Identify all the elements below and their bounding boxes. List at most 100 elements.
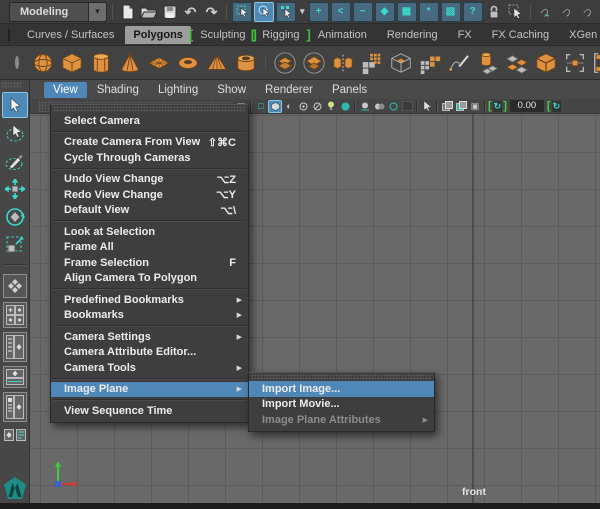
tab-sculpting[interactable]: Sculpting xyxy=(191,26,254,44)
menu-item-bookmarks[interactable]: Bookmarks▶ xyxy=(51,308,248,324)
shadow-ground-icon[interactable] xyxy=(358,100,372,113)
flatten-button[interactable] xyxy=(504,50,530,76)
open-scene-button[interactable] xyxy=(139,2,158,21)
smooth-preview-button[interactable] xyxy=(301,50,327,76)
tab-curves-surfaces[interactable]: Curves / Surfaces xyxy=(18,26,123,44)
shelf-menu-icon[interactable] xyxy=(8,29,10,41)
extrude-button[interactable] xyxy=(475,50,501,76)
select-tool-button[interactable] xyxy=(2,92,28,118)
layout-outliner-persp-button[interactable] xyxy=(3,392,27,422)
menu-item-camera-settings[interactable]: Camera Settings▶ xyxy=(51,329,248,345)
poly-pyramid-button[interactable] xyxy=(204,50,230,76)
menu-item-redo-view-change[interactable]: Redo View Change⌥Y xyxy=(51,187,248,203)
motion-blur-icon[interactable] xyxy=(386,100,400,113)
use-all-lights-icon[interactable] xyxy=(296,100,310,113)
menu-item-frame-all[interactable]: Frame All xyxy=(51,240,248,256)
tumble-camera-icon[interactable]: [↻] xyxy=(488,100,507,112)
menu-item-default-view[interactable]: Default View⌥\ xyxy=(51,203,248,219)
smooth-mesh-button[interactable] xyxy=(272,50,298,76)
mirror-button[interactable] xyxy=(330,50,356,76)
marquee-component-button[interactable] xyxy=(562,50,588,76)
menu-item-undo-view-change[interactable]: Undo View Change⌥Z xyxy=(51,172,248,188)
help-button[interactable]: ? xyxy=(463,2,483,22)
isolate-select-icon[interactable] xyxy=(440,100,454,113)
workspace-selector[interactable]: Modeling ▾ xyxy=(9,2,107,22)
tab-fx[interactable]: FX xyxy=(449,26,481,44)
tab-rigging[interactable]: Rigging xyxy=(253,26,308,44)
menu-item-image-plane[interactable]: Image Plane▶ xyxy=(51,382,248,398)
wireframe-cube-button[interactable] xyxy=(388,50,414,76)
layout-single-pane-button[interactable] xyxy=(3,274,27,298)
poly-cylinder-button[interactable] xyxy=(88,50,114,76)
layout-persp-graph-button[interactable] xyxy=(3,366,27,388)
panel-menu-renderer[interactable]: Renderer xyxy=(256,82,322,98)
textured-mode-icon[interactable]: ◐ xyxy=(282,100,296,113)
menu-item-cycle-through-cameras[interactable]: Cycle Through Cameras xyxy=(51,150,248,166)
rotate-tool-button[interactable] xyxy=(2,204,28,230)
cube-project-button[interactable] xyxy=(533,50,559,76)
lock-selection-button[interactable] xyxy=(485,2,504,21)
highlight-selection-button[interactable] xyxy=(506,2,525,21)
snap-component-tool-button[interactable]: ◆ xyxy=(375,2,395,22)
panel-menu-show[interactable]: Show xyxy=(208,82,255,98)
poly-cube-button[interactable] xyxy=(59,50,85,76)
menu-item-camera-attribute-editor[interactable]: Camera Attribute Editor... xyxy=(51,345,248,361)
poly-torus-button[interactable] xyxy=(175,50,201,76)
snap-curve-tool-button[interactable]: ~ xyxy=(353,2,373,22)
shaded-mode-icon[interactable] xyxy=(268,100,282,113)
exposure-box-icon[interactable] xyxy=(400,100,414,113)
light-icon[interactable] xyxy=(324,100,338,113)
panel-menu-panels[interactable]: Panels xyxy=(323,82,376,98)
tab-animation[interactable]: Animation xyxy=(309,26,376,44)
tab-xgen[interactable]: XGen xyxy=(560,26,600,44)
clipped-camera-icon[interactable]: [↻ xyxy=(547,100,561,112)
snap-to-grid-button[interactable]: ∩+ xyxy=(536,2,555,21)
snap-uv-tool-button[interactable]: ▦ xyxy=(397,2,417,22)
snap-texture-tool-button[interactable]: ▧ xyxy=(441,2,461,22)
camera-value-field[interactable]: 0.00 xyxy=(510,100,544,112)
snap-to-curve-button[interactable]: ∩· xyxy=(557,2,576,21)
paint-effects-cursor-icon[interactable] xyxy=(420,100,434,113)
isolate-view-icon[interactable]: ▣ xyxy=(468,100,482,113)
paint-select-tool-button[interactable] xyxy=(2,148,28,174)
snap-move-tool-button[interactable]: + xyxy=(309,2,329,22)
layout-extra-buttons[interactable] xyxy=(3,426,27,444)
poly-cone-button[interactable] xyxy=(117,50,143,76)
isolate-add-icon[interactable] xyxy=(454,100,468,113)
menu-item-import-movie[interactable]: Import Movie... xyxy=(249,397,434,413)
menu-item-import-image[interactable]: Import Image... xyxy=(249,381,434,397)
tab-fx-caching[interactable]: FX Caching xyxy=(483,26,558,44)
layout-outliner-pane-button[interactable] xyxy=(3,332,27,362)
redo-button[interactable]: ↷ xyxy=(202,2,221,21)
shadows-icon[interactable] xyxy=(310,100,324,113)
undo-button[interactable]: ↶ xyxy=(181,2,200,21)
poly-plane-button[interactable] xyxy=(146,50,172,76)
menu-item-select-camera[interactable]: Select Camera xyxy=(51,113,248,129)
menu-tearoff-handle[interactable] xyxy=(251,374,432,380)
select-object-mode-button[interactable] xyxy=(232,2,252,22)
chevron-down-icon[interactable]: ▾ xyxy=(88,3,106,21)
menu-item-create-camera-from-view[interactable]: Create Camera From View⇧⌘C xyxy=(51,135,248,151)
chevron-down-icon[interactable]: ▾ xyxy=(300,7,305,16)
move-tool-button[interactable] xyxy=(2,176,28,202)
select-component-mode-button[interactable] xyxy=(276,2,296,22)
poly-pipe-button[interactable] xyxy=(233,50,259,76)
wireframe-mode-icon[interactable]: □ xyxy=(254,100,268,113)
panel-menu-view[interactable]: View xyxy=(44,82,87,98)
bridge-button[interactable] xyxy=(591,50,600,76)
select-hierarchy-mode-button[interactable] xyxy=(254,2,274,22)
new-scene-button[interactable] xyxy=(118,2,137,21)
ao-balls-icon[interactable] xyxy=(372,100,386,113)
layout-four-pane-button[interactable] xyxy=(3,302,27,328)
menu-item-predefined-bookmarks[interactable]: Predefined Bookmarks▶ xyxy=(51,292,248,308)
menu-item-align-camera-to-polygon[interactable]: Align Camera To Polygon xyxy=(51,271,248,287)
menu-tearoff-handle[interactable] xyxy=(53,106,246,112)
panel-menu-shading[interactable]: Shading xyxy=(88,82,148,98)
menu-item-camera-tools[interactable]: Camera Tools▶ xyxy=(51,360,248,376)
panel-menu-lighting[interactable]: Lighting xyxy=(149,82,207,98)
poly-sphere-button[interactable] xyxy=(30,50,56,76)
menu-item-frame-selection[interactable]: Frame SelectionF xyxy=(51,255,248,271)
menu-item-view-sequence-time[interactable]: View Sequence Time xyxy=(51,403,248,419)
shelf-options-icon[interactable] xyxy=(15,56,19,69)
fill-hole-button[interactable] xyxy=(417,50,443,76)
